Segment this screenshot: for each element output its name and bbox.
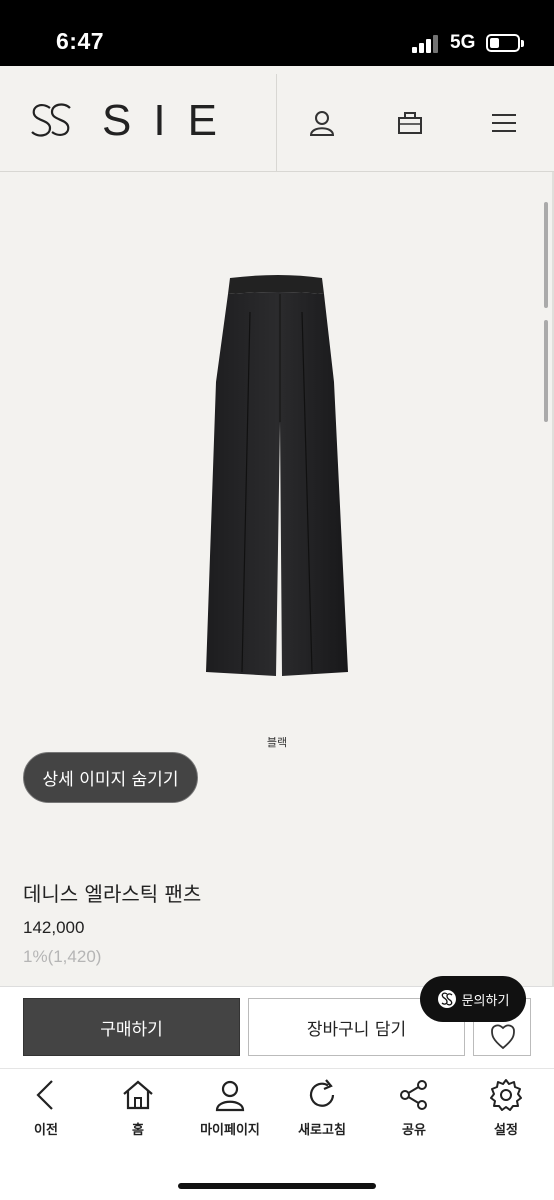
product-name: 데니스 엘라스틱 팬츠	[23, 882, 202, 906]
reward-points: 1%(1,420)	[23, 947, 102, 966]
nav-settings[interactable]: 설정	[460, 1077, 552, 1147]
inquiry-button[interactable]: 문의하기	[420, 976, 526, 1022]
buy-now-button[interactable]: 구매하기	[23, 998, 240, 1056]
header-divider	[276, 74, 277, 172]
product-detail: 블랙 상세 이미지 숨기기 데니스 엘라스틱 팬츠 142,000 1%(1,4…	[0, 172, 554, 986]
back-icon	[36, 1080, 53, 1110]
user-icon	[215, 1080, 245, 1112]
bottom-nav: 이전 홈 마이페이지 새로고침 공유 설정	[0, 1068, 554, 1200]
nav-label: 마이페이지	[200, 1123, 260, 1138]
logo-wordmark[interactable]: SIE	[102, 96, 239, 146]
user-icon[interactable]	[307, 108, 337, 138]
nav-label: 설정	[494, 1123, 518, 1138]
inquiry-label: 문의하기	[461, 993, 510, 1009]
color-label: 블랙	[266, 736, 288, 749]
battery-icon	[486, 34, 524, 52]
nav-refresh[interactable]: 새로고침	[276, 1077, 368, 1147]
refresh-icon	[309, 1079, 335, 1107]
nav-mypage[interactable]: 마이페이지	[184, 1077, 276, 1147]
nav-label: 홈	[132, 1123, 144, 1138]
hide-detail-images-button[interactable]: 상세 이미지 숨기기	[23, 752, 198, 803]
status-time: 6:47	[56, 28, 105, 54]
scrollbar-thumb-secondary[interactable]	[544, 320, 548, 422]
nav-share[interactable]: 공유	[368, 1077, 460, 1147]
menu-icon[interactable]	[489, 108, 519, 138]
product-image[interactable]	[200, 272, 360, 692]
shopping-bag-icon[interactable]	[395, 108, 425, 138]
nav-back[interactable]: 이전	[0, 1077, 92, 1147]
share-icon	[400, 1080, 427, 1110]
nav-label: 새로고침	[298, 1123, 346, 1138]
logo[interactable]	[28, 100, 74, 144]
scrollbar-thumb[interactable]	[544, 202, 548, 308]
nav-label: 이전	[34, 1123, 58, 1138]
site-header: SIE	[0, 66, 554, 172]
nav-home[interactable]: 홈	[92, 1077, 184, 1147]
home-indicator[interactable]	[178, 1183, 376, 1189]
network-label: 5G	[450, 32, 476, 53]
signal-icon	[412, 35, 440, 53]
status-bar: 6:47 5G	[0, 0, 554, 66]
logo-mark-icon	[31, 103, 71, 137]
gear-icon	[490, 1079, 522, 1111]
logo-mark-icon	[437, 990, 456, 1008]
home-icon	[123, 1080, 153, 1110]
nav-label: 공유	[402, 1123, 426, 1138]
product-price: 142,000	[23, 918, 85, 937]
